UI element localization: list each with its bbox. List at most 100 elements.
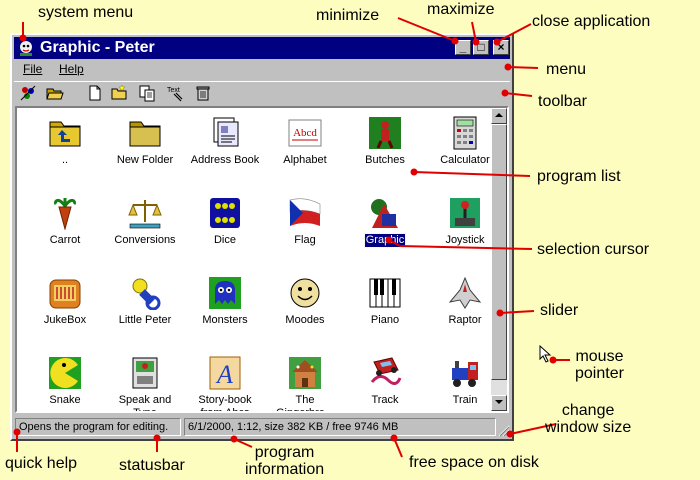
program-label: Joystick <box>445 234 485 246</box>
system-menu-icon[interactable] <box>17 39 35 57</box>
program-label: Dice <box>213 234 236 246</box>
label-minimize: minimize <box>316 7 380 24</box>
window-title: Graphic - Peter <box>40 39 155 56</box>
vertical-scrollbar[interactable] <box>491 108 507 411</box>
label-close-application: close application <box>532 13 651 30</box>
smiley-icon <box>290 278 320 308</box>
label-mouse-pointer: mouse pointer <box>575 348 624 382</box>
program-label: Flag <box>294 234 316 246</box>
slider-thumb[interactable] <box>491 124 507 380</box>
program-item-selected[interactable]: Graphic <box>345 196 425 248</box>
menu-bar: File Help <box>14 60 510 78</box>
menu-file[interactable]: File <box>23 62 42 76</box>
label-slider: slider <box>540 302 579 319</box>
speak-type-icon <box>132 357 158 389</box>
program-item[interactable]: Monsters <box>185 276 265 327</box>
program-item[interactable]: Piano <box>345 276 425 327</box>
program-item[interactable]: New Folder <box>105 116 185 167</box>
text-icon[interactable]: Text <box>166 84 184 102</box>
alphabet-icon: Abcd <box>288 119 322 147</box>
program-label: Speak and Type <box>118 394 172 413</box>
program-label: JukeBox <box>43 314 87 326</box>
selection-cursor: Graphic <box>363 233 407 248</box>
label-system-menu: system menu <box>38 4 134 21</box>
program-item[interactable]: Snake <box>25 356 105 407</box>
program-label: Calculator <box>440 154 490 166</box>
program-label: Snake <box>49 394 81 406</box>
program-label: Address Book <box>190 154 260 166</box>
program-item[interactable]: The Gingerbre... <box>265 356 345 413</box>
carrot-icon <box>54 198 76 230</box>
open-folder-icon[interactable] <box>46 84 64 102</box>
train-icon <box>452 361 478 387</box>
svg-text:Abcd: Abcd <box>293 127 317 139</box>
program-label: Carrot <box>49 234 81 246</box>
gingerbread-house-icon <box>289 357 321 389</box>
new-file-icon[interactable] <box>86 84 104 102</box>
piano-icon <box>369 278 401 308</box>
program-item[interactable]: Butches <box>345 116 425 167</box>
spaceship-icon <box>448 276 482 309</box>
close-button[interactable]: × <box>493 40 509 55</box>
joystick-icon <box>450 198 480 228</box>
label-change-window-size: change window size <box>545 402 632 436</box>
new-folder-icon[interactable] <box>110 84 128 102</box>
program-item[interactable]: Moodes <box>265 276 345 327</box>
address-book-icon <box>213 117 239 147</box>
svg-text:Text: Text <box>167 87 180 94</box>
program-label: Track <box>371 394 399 406</box>
up-folder-icon <box>49 121 81 147</box>
program-item[interactable]: Little Peter <box>105 276 185 327</box>
program-item[interactable]: .. <box>25 116 105 167</box>
jukebox-icon <box>49 279 81 309</box>
storybook-icon: A <box>209 356 241 390</box>
svg-text:A: A <box>215 360 233 389</box>
program-label: Alphabet <box>283 154 327 166</box>
program-list[interactable]: .. New Folder Address Book Abcd Alphabet… <box>15 106 509 413</box>
trash-icon[interactable] <box>194 84 212 102</box>
label-statusbar: statusbar <box>119 457 185 474</box>
program-label: Conversions <box>114 234 176 246</box>
program-item[interactable]: Track <box>345 356 425 407</box>
copy-icon[interactable] <box>138 84 156 102</box>
maximize-button[interactable]: □ <box>473 40 489 55</box>
program-label: Little Peter <box>118 314 172 326</box>
program-item[interactable]: Conversions <box>105 196 185 247</box>
label-program-information: program information <box>245 444 325 478</box>
pacifier-icon <box>132 278 161 310</box>
program-item[interactable]: Address Book <box>185 116 265 167</box>
program-label: Raptor <box>448 314 482 326</box>
scroll-up-button[interactable] <box>491 108 507 124</box>
run-program-icon[interactable] <box>19 84 37 102</box>
program-label: Moodes <box>285 314 325 326</box>
program-item[interactable]: Carrot <box>25 196 105 247</box>
quick-help-text: Opens the program for editing. <box>15 418 181 436</box>
program-item[interactable]: JukeBox <box>25 276 105 327</box>
scroll-down-button[interactable] <box>491 395 507 411</box>
menu-help[interactable]: Help <box>59 62 84 76</box>
program-label: The Gingerbre... <box>275 394 335 413</box>
program-item[interactable]: Speak and Type <box>105 356 185 413</box>
flag-icon <box>289 198 321 226</box>
minimize-button[interactable]: _ <box>455 40 471 55</box>
program-item[interactable]: Dice <box>185 196 265 247</box>
title-bar[interactable]: Graphic - Peter _ □ × <box>14 37 510 59</box>
program-label: Monsters <box>202 314 248 326</box>
label-free-space-on-disk: free space on disk <box>409 454 539 471</box>
program-label: Butches <box>365 154 405 166</box>
calculator-icon <box>453 116 477 150</box>
program-item[interactable]: Flag <box>265 196 345 247</box>
program-label: New Folder <box>116 154 174 166</box>
program-label: Piano <box>370 314 400 326</box>
application-window: Graphic - Peter _ □ × File Help Text .. … <box>10 33 514 441</box>
resize-grip-icon[interactable] <box>496 423 510 437</box>
dice-icon <box>210 198 240 228</box>
program-info-text: 6/1/2000, 1:12, size 382 KB / free 9746 … <box>184 418 496 436</box>
label-menu: menu <box>546 61 587 78</box>
program-label: Train <box>452 394 478 406</box>
arrow-down-icon <box>495 400 503 404</box>
program-item[interactable]: Abcd Alphabet <box>265 116 345 167</box>
mouse-pointer-icon <box>539 345 552 363</box>
label-maximize: maximize <box>427 1 495 18</box>
program-item[interactable]: A Story-book from Abcs <box>185 356 265 411</box>
